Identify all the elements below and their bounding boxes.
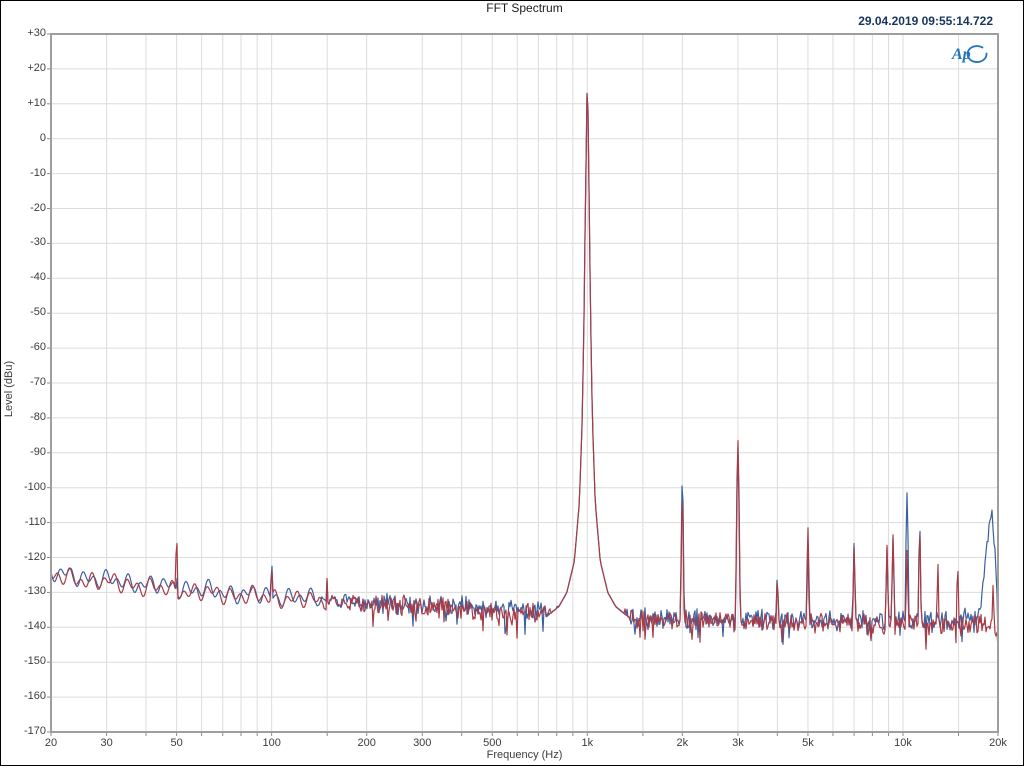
x-tick-label-1k: 1k bbox=[569, 737, 605, 749]
plot-area bbox=[1, 1, 1024, 766]
y-tick-label--170: -170 bbox=[1, 725, 46, 737]
y-tick-label--30: -30 bbox=[1, 236, 46, 248]
audio-precision-logo: Ap bbox=[949, 41, 993, 67]
y-tick-label--100: -100 bbox=[1, 481, 46, 493]
x-tick-label-500: 500 bbox=[474, 737, 510, 749]
y-tick-label--120: -120 bbox=[1, 551, 46, 563]
x-tick-label-20k: 20k bbox=[980, 737, 1016, 749]
y-tick-label--50: -50 bbox=[1, 306, 46, 318]
x-tick-label-10k: 10k bbox=[885, 737, 921, 749]
y-tick-label-0: 0 bbox=[1, 132, 46, 144]
x-tick-label-2k: 2k bbox=[664, 737, 700, 749]
y-tick-label--60: -60 bbox=[1, 341, 46, 353]
y-tick-label-+30: +30 bbox=[1, 27, 46, 39]
x-tick-label-20: 20 bbox=[33, 737, 69, 749]
y-tick-label--20: -20 bbox=[1, 202, 46, 214]
x-tick-label-100: 100 bbox=[254, 737, 290, 749]
x-tick-label-3k: 3k bbox=[720, 737, 756, 749]
y-tick-label--40: -40 bbox=[1, 271, 46, 283]
x-tick-label-300: 300 bbox=[404, 737, 440, 749]
y-tick-label--70: -70 bbox=[1, 376, 46, 388]
y-tick-label--110: -110 bbox=[1, 516, 46, 528]
y-tick-label--140: -140 bbox=[1, 620, 46, 632]
x-tick-label-50: 50 bbox=[159, 737, 195, 749]
y-tick-label-+20: +20 bbox=[1, 62, 46, 74]
x-tick-label-200: 200 bbox=[349, 737, 385, 749]
y-tick-label--10: -10 bbox=[1, 167, 46, 179]
trace-blue bbox=[51, 94, 998, 645]
y-tick-label--90: -90 bbox=[1, 446, 46, 458]
y-axis-title: Level (dBu) bbox=[3, 361, 15, 417]
ap-logo-text: Ap bbox=[951, 46, 971, 63]
fft-spectrum-window: FFT Spectrum 29.04.2019 09:55:14.722 Ap … bbox=[0, 0, 1024, 766]
y-tick-label--130: -130 bbox=[1, 585, 46, 597]
y-tick-label--160: -160 bbox=[1, 690, 46, 702]
trace-red bbox=[51, 93, 998, 649]
ap-logo-graphic: Ap bbox=[949, 41, 993, 67]
y-tick-label-+10: +10 bbox=[1, 97, 46, 109]
x-tick-label-30: 30 bbox=[89, 737, 125, 749]
x-axis-title: Frequency (Hz) bbox=[51, 749, 998, 761]
x-tick-label-5k: 5k bbox=[790, 737, 826, 749]
y-tick-label--80: -80 bbox=[1, 411, 46, 423]
y-tick-label--150: -150 bbox=[1, 655, 46, 667]
